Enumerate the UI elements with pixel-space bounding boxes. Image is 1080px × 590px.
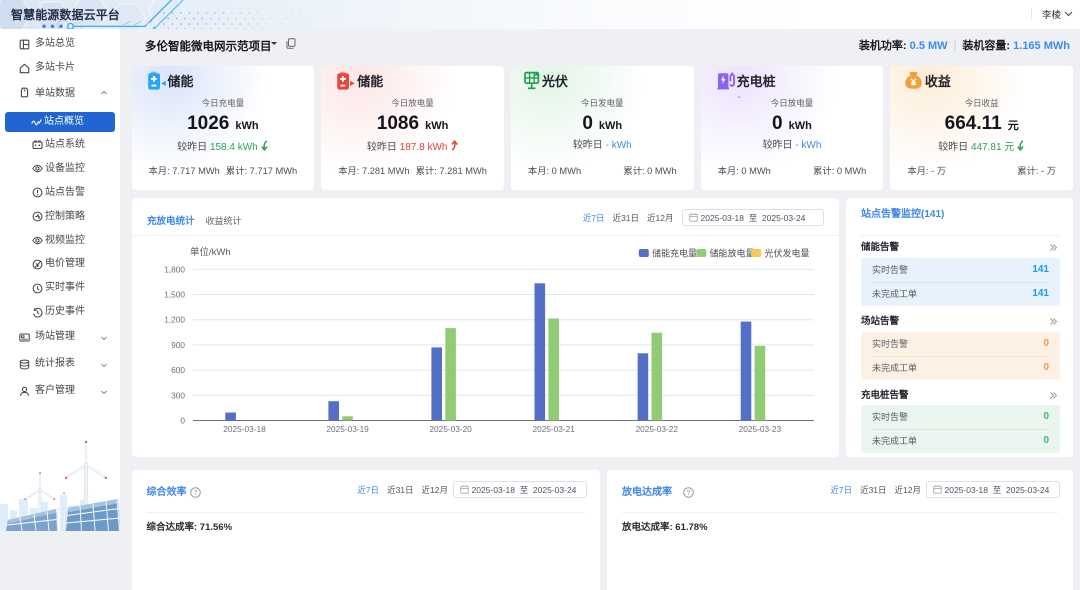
svg-text:?: ? — [193, 490, 197, 497]
svg-text:900: 900 — [171, 340, 185, 350]
svg-text:2025-03-18: 2025-03-18 — [223, 424, 266, 434]
svg-text:光伏发电量: 光伏发电量 — [764, 248, 809, 259]
svg-text:2025-03-19: 2025-03-19 — [326, 424, 369, 434]
svg-text:1,800: 1,800 — [164, 264, 185, 274]
svg-text:2025-03-21: 2025-03-21 — [532, 424, 575, 434]
svg-text:储能充电量: 储能充电量 — [652, 248, 697, 259]
svg-text:300: 300 — [171, 390, 185, 400]
svg-text:?: ? — [687, 490, 691, 497]
svg-text:600: 600 — [171, 365, 185, 375]
svg-text:2025-03-22: 2025-03-22 — [635, 424, 678, 434]
svg-text:单位/kWh: 单位/kWh — [190, 246, 231, 258]
svg-text:1,500: 1,500 — [164, 290, 185, 300]
svg-text:2025-03-20: 2025-03-20 — [429, 424, 472, 434]
svg-text:储能放电量: 储能放电量 — [709, 248, 754, 259]
svg-text:2025-03-23: 2025-03-23 — [738, 424, 781, 434]
svg-text:1,200: 1,200 — [164, 315, 185, 325]
svg-text:0: 0 — [180, 416, 185, 426]
